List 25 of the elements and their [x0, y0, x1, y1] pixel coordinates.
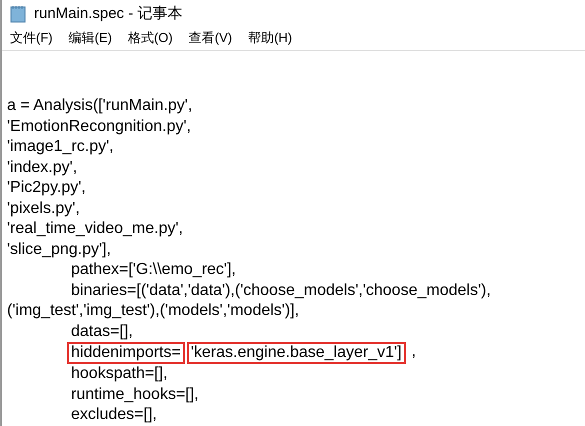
- code-text: 'real_time_video_me.py',: [7, 219, 183, 239]
- menu-item[interactable]: 编辑(E): [68, 28, 112, 48]
- code-text: 'EmotionRecongnition.py',: [7, 116, 191, 136]
- window-title: runMain.spec - 记事本: [34, 4, 182, 24]
- code-text: binaries=[('data','data'),('choose_models','choose_models'),: [71, 280, 491, 300]
- code-text: runtime_hooks=[],: [71, 384, 199, 404]
- code-text: pathex=['G:\\emo_rec'],: [71, 260, 236, 280]
- code-text: 'pixels.py',: [7, 198, 80, 218]
- menu-item[interactable]: 格式(O): [128, 28, 173, 48]
- code-text: ('img_test','img_test'),('models','models')],: [7, 301, 300, 321]
- code-text: 'index.py',: [7, 158, 78, 178]
- highlighted-code-text: hiddenimports=: [67, 342, 185, 364]
- notepad-icon: [10, 5, 26, 23]
- code-text: a = Analysis(['runMain.py',: [7, 96, 192, 116]
- code-text: 'Pic2py.py',: [7, 178, 86, 198]
- menu-item[interactable]: 帮助(H): [248, 28, 292, 48]
- highlighted-code-text: 'keras.engine.base_layer_v1']: [186, 342, 406, 364]
- menu-item[interactable]: 查看(V): [188, 28, 232, 48]
- code-text: ,: [412, 342, 416, 362]
- code-text: datas=[],: [71, 322, 133, 342]
- code-text: excludes=[],: [71, 405, 157, 425]
- code-text: 'slice_png.py'],: [7, 240, 111, 260]
- code-text: hookspath=[],: [71, 364, 168, 384]
- menu-item[interactable]: 文件(F): [10, 28, 53, 48]
- code-text: 'image1_rc.py',: [7, 137, 114, 157]
